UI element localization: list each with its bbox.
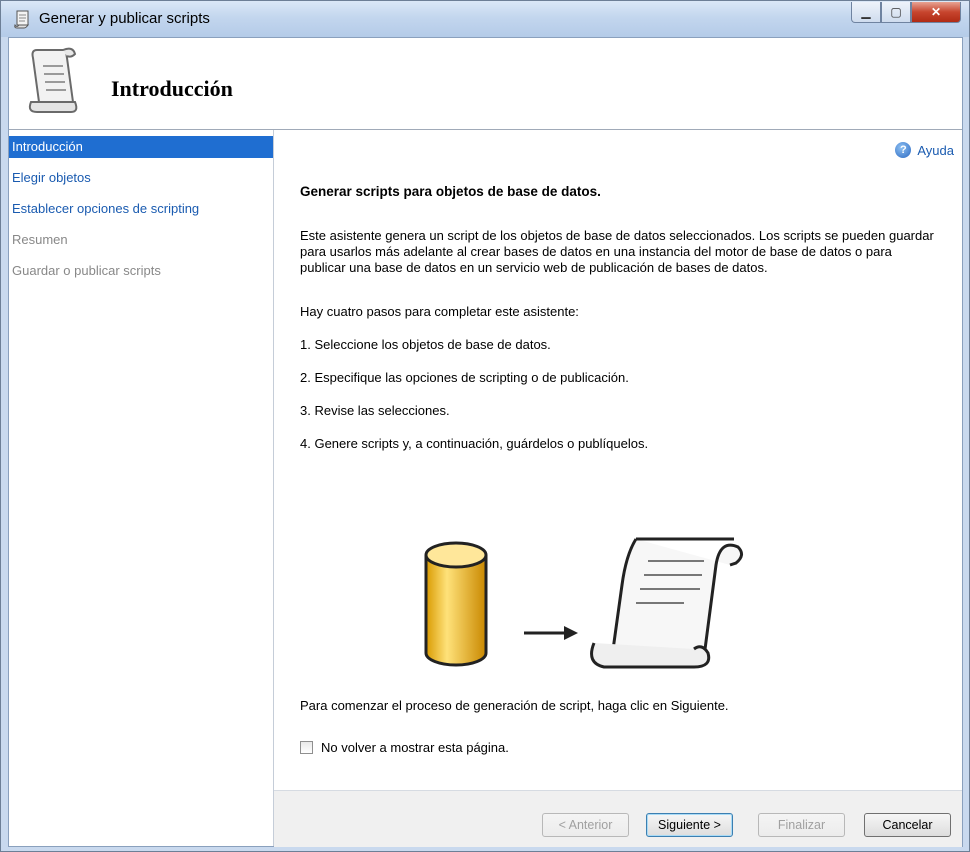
close-button[interactable]: ✕ <box>911 2 961 23</box>
script-scroll-icon <box>590 537 743 669</box>
sidebar-item-establecer-opciones[interactable]: Establecer opciones de scripting <box>9 198 273 220</box>
sidebar-item-elegir-objetos[interactable]: Elegir objetos <box>9 167 273 189</box>
maximize-icon: ▢ <box>890 5 902 19</box>
help-icon: ? <box>895 142 912 158</box>
minimize-button[interactable]: ▁ <box>851 2 881 23</box>
scroll-icon <box>28 47 78 113</box>
sidebar-item-resumen: Resumen <box>12 232 68 247</box>
next-button[interactable]: Siguiente > <box>646 813 733 837</box>
close-icon: ✕ <box>930 5 942 19</box>
step-item-1: 1. Seleccione los objetos de base de dat… <box>300 337 551 352</box>
minimize-icon: ▁ <box>861 5 871 19</box>
wizard-header: Introducción <box>9 38 962 130</box>
help-label: Ayuda <box>917 142 954 158</box>
intro-heading: Generar scripts para objetos de base de … <box>300 184 601 199</box>
cancel-button[interactable]: Cancelar <box>864 813 951 837</box>
database-icon <box>424 541 488 667</box>
step-item-2: 2. Especifique las opciones de scripting… <box>300 370 629 385</box>
back-button: < Anterior <box>542 813 629 837</box>
start-instructions: Para comenzar el proceso de generación d… <box>300 698 729 713</box>
arrow-right-icon <box>524 626 578 640</box>
database-to-script-illustration <box>424 537 743 669</box>
sidebar-item-introduccion[interactable]: Introducción <box>9 136 273 158</box>
dont-show-again-label[interactable]: No volver a mostrar esta página. <box>321 740 509 755</box>
sidebar-item-guardar-publicar: Guardar o publicar scripts <box>12 263 161 278</box>
page-title: Introducción <box>111 76 233 101</box>
dont-show-again-checkbox[interactable] <box>300 741 313 754</box>
window-title: Generar y publicar scripts <box>39 10 210 27</box>
help-link[interactable]: ? Ayuda <box>895 142 954 158</box>
finish-button: Finalizar <box>758 813 845 837</box>
window-controls: ▁ ▢ ✕ <box>851 2 961 23</box>
wizard-footer: < Anterior Siguiente > Finalizar Cancela… <box>274 790 962 847</box>
maximize-button[interactable]: ▢ <box>881 2 911 23</box>
wizard-sidebar: Introducción Elegir objetos Establecer o… <box>9 130 274 846</box>
step-item-3: 3. Revise las selecciones. <box>300 403 450 418</box>
steps-intro: Hay cuatro pasos para completar este asi… <box>300 304 579 319</box>
dont-show-again-row[interactable]: No volver a mostrar esta página. <box>300 740 509 755</box>
step-item-4: 4. Genere scripts y, a continuación, guá… <box>300 436 649 451</box>
wizard-main-panel: ? Ayuda Generar scripts para objetos de … <box>274 130 962 847</box>
title-bar[interactable]: Generar y publicar scripts ▁ ▢ ✕ <box>1 1 969 37</box>
intro-description: Este asistente genera un script de los o… <box>300 228 934 275</box>
scroll-icon <box>14 10 29 29</box>
wizard-client-area: Introducción Introducción Elegir objetos… <box>8 37 963 847</box>
wizard-window: Generar y publicar scripts ▁ ▢ ✕ Introdu… <box>0 0 970 852</box>
